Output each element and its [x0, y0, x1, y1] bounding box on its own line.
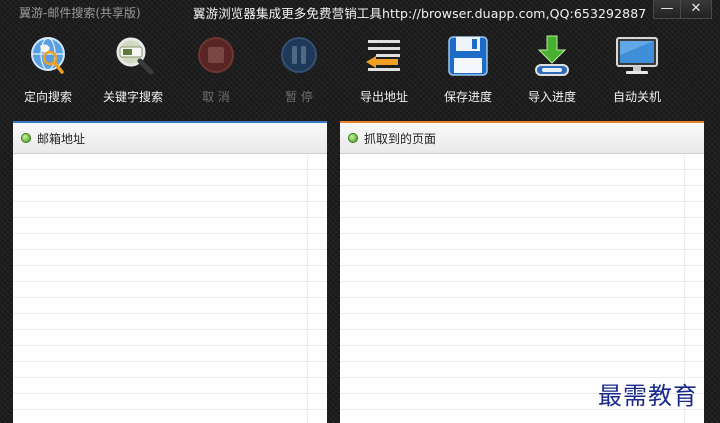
auto-shutdown-label: 自动关机 [612, 90, 661, 104]
minimize-button[interactable]: — [653, 0, 681, 19]
directed-search-label: 定向搜索 [23, 90, 72, 104]
status-dot-icon [21, 133, 31, 143]
export-address-label: 导出地址 [359, 90, 408, 104]
email-address-panel-title: 邮箱地址 [37, 132, 86, 146]
auto-shutdown-button[interactable]: 自动关机 [597, 30, 677, 110]
import-progress-label: 导入进度 [527, 90, 576, 104]
toolbar: 定向搜索 关键字搜索 取 消 暂 停 导出地址 保存进度 导入进度 自动关机 [0, 30, 720, 112]
magnifier-icon [116, 37, 154, 75]
import-progress-button[interactable]: 导入进度 [512, 30, 592, 110]
email-address-list[interactable] [13, 154, 327, 423]
directed-search-button[interactable]: 定向搜索 [8, 30, 88, 110]
export-icon [366, 40, 400, 71]
pause-button[interactable]: 暂 停 [259, 30, 339, 110]
promo-link[interactable]: 翼游浏览器集成更多免费营销工具http://browser.duapp.com,… [193, 3, 646, 22]
title-bar[interactable]: 翼游-邮件搜索(共享版) 翼游浏览器集成更多免费营销工具http://brows… [0, 0, 720, 24]
main-window: 翼游-邮件搜索(共享版) 翼游浏览器集成更多免费营销工具http://brows… [0, 0, 720, 423]
status-dot-icon [348, 133, 358, 143]
app-title: 翼游-邮件搜索(共享版) [19, 6, 141, 20]
column-divider [307, 154, 308, 423]
monitor-icon [616, 37, 658, 74]
cancel-button[interactable]: 取 消 [176, 30, 256, 110]
export-address-button[interactable]: 导出地址 [344, 30, 424, 110]
email-address-panel-header: 邮箱地址 [13, 123, 327, 154]
import-icon [535, 35, 569, 76]
captured-pages-panel-title: 抓取到的页面 [364, 132, 437, 146]
close-button[interactable]: ✕ [680, 0, 712, 19]
keyword-search-button[interactable]: 关键字搜索 [93, 30, 173, 110]
save-progress-button[interactable]: 保存进度 [428, 30, 508, 110]
keyword-search-label: 关键字搜索 [102, 90, 163, 104]
cancel-label: 取 消 [202, 90, 230, 104]
save-progress-label: 保存进度 [443, 90, 492, 104]
pause-label: 暂 停 [285, 90, 313, 104]
stop-icon [198, 37, 234, 73]
pause-icon [281, 37, 317, 73]
watermark-text: 最需教育 [598, 382, 698, 410]
save-icon [448, 36, 488, 76]
captured-pages-panel-header: 抓取到的页面 [340, 123, 704, 154]
email-address-panel: 邮箱地址 [13, 121, 327, 423]
globe-search-icon [31, 37, 65, 74]
